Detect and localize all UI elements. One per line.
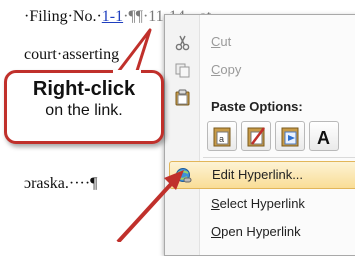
hyperlink[interactable]: 1-1 [102,8,123,25]
menu-item-copy[interactable]: Copy [165,57,355,83]
paste-merge-formatting-icon [247,127,265,147]
menu-item-label: Select Hyperlink [211,196,305,211]
scissors-icon [175,35,190,51]
menu-item-cut[interactable]: Cut [165,29,355,55]
context-menu: Cut Copy Paste Options: a A Edit Hyperli… [164,14,355,256]
clipboard-icon [175,89,190,106]
callout-title: Right-click [32,78,136,100]
paste-text-only-glyph: A [317,128,330,148]
doc-text: court·asserting [24,46,120,63]
copy-icon [175,63,190,78]
hyperlink-globe-icon [176,168,192,183]
svg-text:a: a [219,134,224,144]
doc-line-2: court·asserting [24,46,119,64]
paste-link-icon [281,127,299,147]
doc-line-6: ɔraska.····¶ [24,175,97,193]
menu-item-label: Cut [211,34,232,49]
paste-keep-source-button[interactable]: a [207,121,237,151]
paste-keep-source-icon: a [213,127,231,147]
doc-text: ɔraska.····¶ [24,175,98,192]
menu-item-label: Open Hyperlink [211,224,301,239]
doc-text: ·Filing·No.· [24,8,102,25]
menu-item-edit-hyperlink[interactable]: Edit Hyperlink... [169,161,355,189]
paste-link-button[interactable] [275,121,305,151]
paste-text-only-icon: A [317,128,330,148]
menu-item-label: Copy [211,62,242,77]
menu-item-select-hyperlink[interactable]: Select Hyperlink [165,191,355,217]
menu-item-label: Edit Hyperlink... [212,167,304,182]
paste-merge-formatting-button[interactable] [241,121,271,151]
menu-separator [203,157,355,158]
paste-text-only-button[interactable]: A [309,121,339,151]
callout-subtitle: on the link. [45,102,123,119]
callout-bubble: Right-click on the link. [4,70,164,144]
paste-options-header: Paste Options: [211,99,303,114]
menu-item-open-hyperlink[interactable]: Open Hyperlink [165,219,355,245]
